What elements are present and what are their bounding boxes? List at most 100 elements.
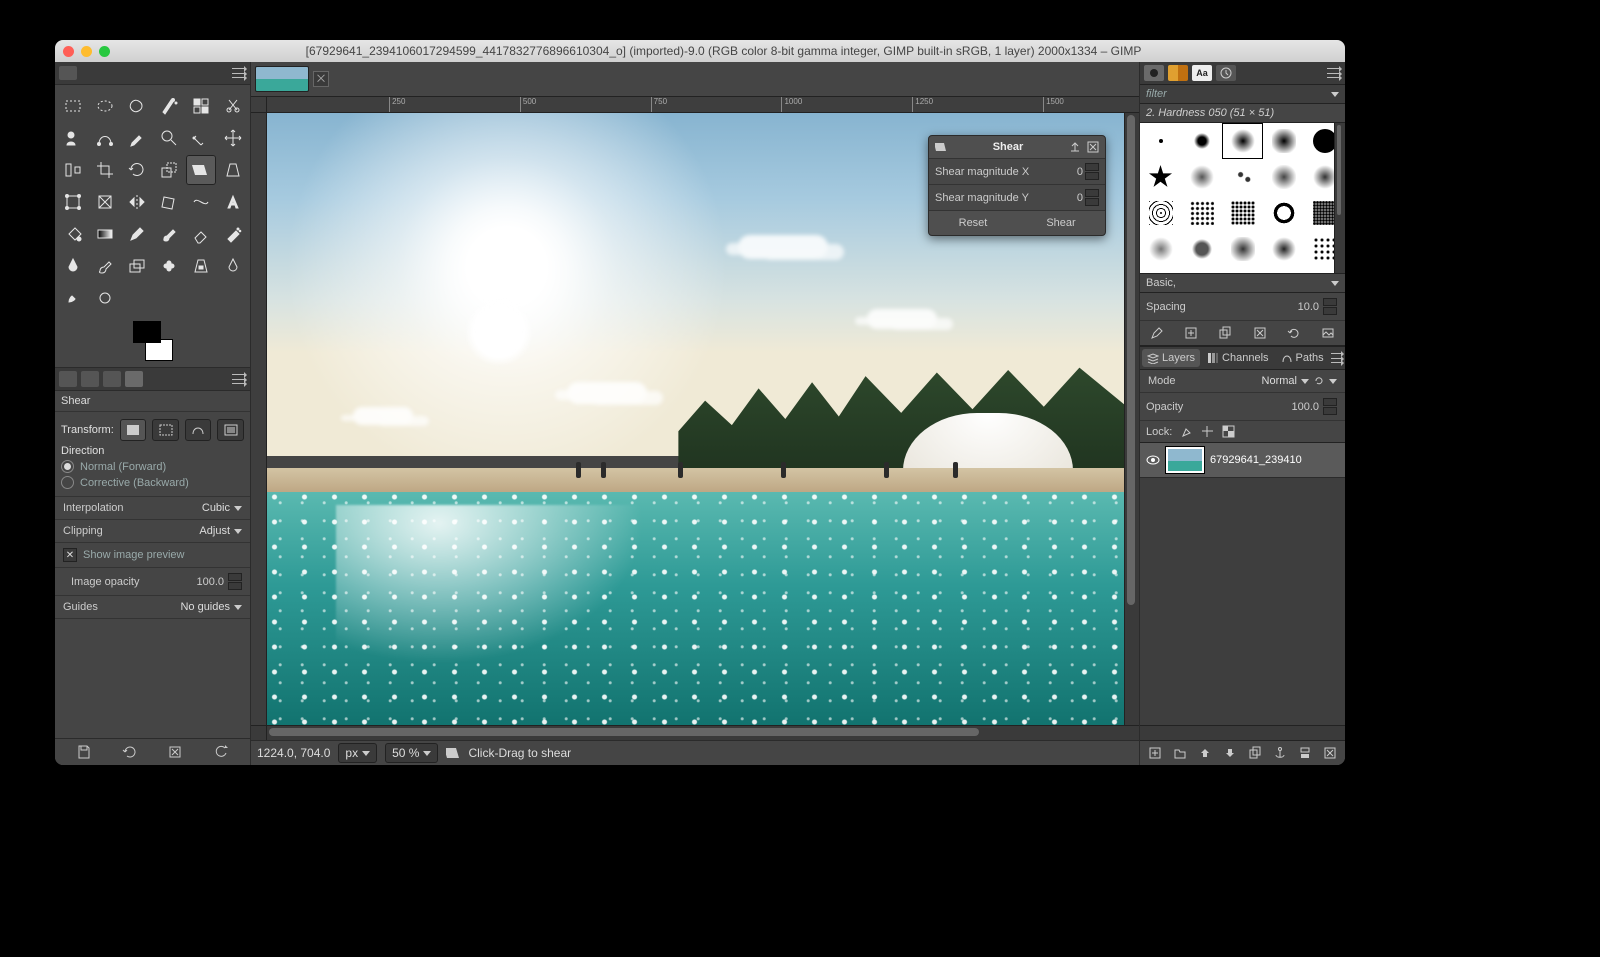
lock-position-icon[interactable] [1201,425,1214,438]
visibility-icon[interactable] [1146,453,1160,467]
dodge-burn-tool[interactable] [90,283,120,313]
brush-spacing-field[interactable]: Spacing 10.0 [1140,293,1345,321]
layer-name[interactable]: 67929641_239410 [1210,454,1339,466]
unified-transform-tool[interactable] [58,187,88,217]
warp-tool[interactable] [186,187,216,217]
zoom-window-button[interactable] [99,46,110,57]
minimize-window-button[interactable] [81,46,92,57]
bucket-fill-tool[interactable] [58,219,88,249]
move-tool[interactable] [218,123,248,153]
flip-tool[interactable] [122,187,152,217]
layers-scrollbar[interactable] [1140,725,1345,740]
ellipse-select-tool[interactable] [90,91,120,121]
layer-item[interactable]: 67929641_239410 [1140,443,1345,478]
by-color-select-tool[interactable] [186,91,216,121]
edit-brush-icon[interactable] [1150,326,1164,340]
shear-dialog[interactable]: Shear Shear magnitude X 0 Shear magnitud… [928,135,1106,236]
show-preview-checkbox[interactable]: ✕ Show image preview [55,543,250,568]
dock-menu-icon[interactable] [1331,353,1343,363]
channels-tab[interactable]: Channels [1202,349,1273,367]
brushes-tab[interactable] [1144,65,1164,81]
horizontal-ruler[interactable]: 250 500 750 1000 1250 1500 [251,96,1139,113]
raise-layer-icon[interactable] [1198,746,1212,760]
direction-normal-radio[interactable]: Normal (Forward) [61,460,244,473]
transform-path-button[interactable] [185,419,212,441]
restore-preset-icon[interactable] [122,744,138,760]
duplicate-layer-icon[interactable] [1248,746,1262,760]
delete-preset-icon[interactable] [167,744,183,760]
shear-apply-button[interactable]: Shear [1017,211,1105,235]
free-select-tool[interactable] [122,91,152,121]
spinner-icon[interactable] [1323,398,1337,415]
patterns-tab[interactable] [1168,65,1188,81]
color-picker-tool[interactable] [122,123,152,153]
eraser-tool[interactable] [186,219,216,249]
zoom-select[interactable]: 50 % [385,743,438,763]
spinner-icon[interactable] [1085,163,1099,180]
document-history-tab[interactable] [1216,65,1236,81]
merge-down-icon[interactable] [1298,746,1312,760]
delete-brush-icon[interactable] [1253,326,1267,340]
shear-y-field[interactable]: Shear magnitude Y 0 [929,184,1105,210]
new-group-icon[interactable] [1173,746,1187,760]
layers-tab[interactable]: Layers [1142,349,1200,367]
ink-tool[interactable] [58,251,88,281]
spinner-icon[interactable] [228,573,242,590]
images-tab[interactable] [125,371,143,387]
transform-selection-button[interactable] [152,419,179,441]
horizontal-scrollbar[interactable] [251,725,1139,740]
brush-preset-select[interactable]: Basic, [1140,274,1345,293]
unit-select[interactable]: px [338,743,377,763]
clipping-select[interactable]: Clipping Adjust [55,520,250,543]
heal-tool[interactable] [154,251,184,281]
scissors-select-tool[interactable] [218,91,248,121]
handle-transform-tool[interactable] [90,187,120,217]
fonts-tab[interactable]: Aa [1192,65,1212,81]
canvas[interactable]: Shear Shear magnitude X 0 Shear magnitud… [267,113,1124,725]
anchor-layer-icon[interactable] [1273,746,1287,760]
device-status-tab[interactable] [81,371,99,387]
interpolation-select[interactable]: Interpolation Cubic [55,497,250,520]
clone-tool[interactable] [122,251,152,281]
close-dialog-icon[interactable] [1087,141,1099,153]
layer-mode-select[interactable]: Mode Normal [1140,370,1345,393]
new-layer-icon[interactable] [1148,746,1162,760]
vertical-scrollbar[interactable] [1124,113,1139,725]
color-swatches[interactable] [123,321,183,361]
delete-layer-icon[interactable] [1323,746,1337,760]
dock-menu-icon[interactable] [232,374,246,384]
layer-list[interactable]: 67929641_239410 [1140,443,1345,725]
refresh-brushes-icon[interactable] [1287,326,1301,340]
foreground-select-tool[interactable] [58,123,88,153]
perspective-tool[interactable] [218,155,248,185]
tool-options-tab[interactable] [59,371,77,387]
reset-preset-icon[interactable] [213,744,229,760]
spinner-icon[interactable] [1085,189,1099,206]
crop-tool[interactable] [90,155,120,185]
dock-menu-icon[interactable] [232,68,246,78]
image-opacity-field[interactable]: Image opacity 100.0 [55,568,250,596]
lock-alpha-icon[interactable] [1222,425,1235,438]
direction-corrective-radio[interactable]: Corrective (Backward) [61,476,244,489]
image-tab-thumbnail[interactable] [255,66,309,92]
paths-tab[interactable]: Paths [1276,349,1329,367]
pencil-tool[interactable] [122,219,152,249]
text-tool[interactable] [218,187,248,217]
brush-scrollbar[interactable] [1334,123,1345,273]
new-brush-icon[interactable] [1184,326,1198,340]
blur-sharpen-tool[interactable] [218,251,248,281]
rect-select-tool[interactable] [58,91,88,121]
airbrush-tool[interactable] [218,219,248,249]
transform-image-button[interactable] [217,419,244,441]
zoom-tool[interactable] [154,123,184,153]
rotate-tool[interactable] [122,155,152,185]
brush-filter-input[interactable]: filter [1140,85,1345,104]
align-tool[interactable] [58,155,88,185]
toolbox-tab[interactable] [59,66,77,80]
shear-reset-button[interactable]: Reset [929,211,1017,235]
spinner-icon[interactable] [1323,298,1337,315]
close-window-button[interactable] [63,46,74,57]
paintbrush-tool[interactable] [154,219,184,249]
shear-tool[interactable] [186,155,216,185]
vertical-ruler[interactable] [251,113,267,725]
